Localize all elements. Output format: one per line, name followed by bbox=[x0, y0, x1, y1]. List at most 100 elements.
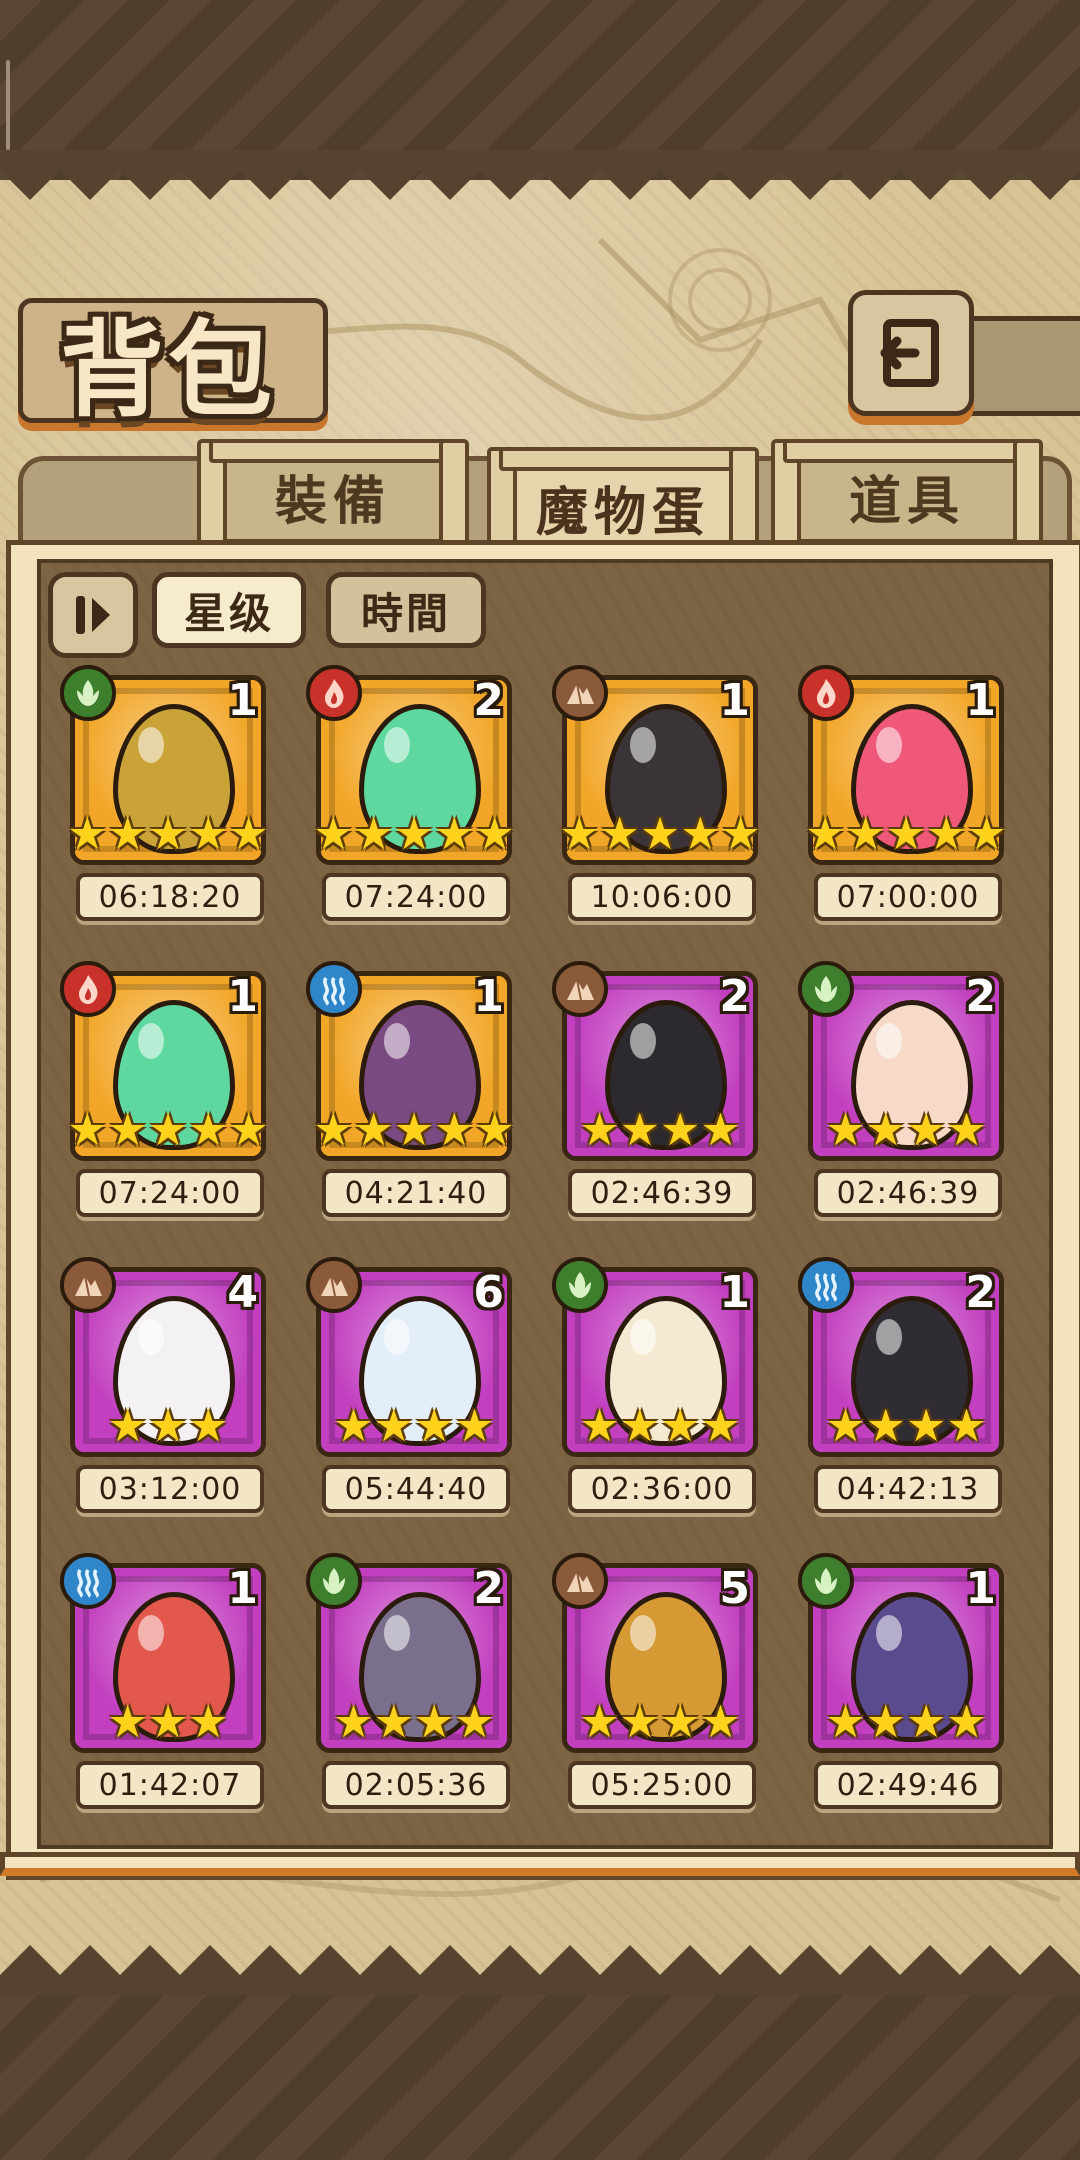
tab-equipment-label: 裝備 bbox=[274, 471, 391, 532]
egg-card[interactable]: 6 ★ ★ ★ ★ 05:44:40 bbox=[306, 1257, 516, 1547]
star-icon: ★ bbox=[865, 1695, 906, 1748]
back-button-plate bbox=[960, 316, 1080, 416]
bottom-border-band bbox=[0, 1990, 1080, 2160]
egg-card[interactable]: 1 ★ ★ ★ ★ ★ 07:00:00 bbox=[798, 665, 1008, 955]
star-icon: ★ bbox=[474, 807, 515, 860]
egg-card[interactable]: 2 ★ ★ ★ ★ 02:05:36 bbox=[306, 1553, 516, 1843]
egg-count: 1 bbox=[719, 675, 750, 726]
star-rating: ★ ★ ★ ★ ★ bbox=[313, 1103, 515, 1156]
star-icon: ★ bbox=[454, 1695, 495, 1748]
star-icon: ★ bbox=[926, 807, 967, 860]
egg-shine bbox=[876, 1615, 902, 1651]
egg-card[interactable]: 1 ★ ★ ★ ★ ★ 07:24:00 bbox=[60, 961, 270, 1251]
tab-items[interactable]: 道具 bbox=[771, 439, 1043, 547]
star-icon: ★ bbox=[805, 807, 846, 860]
star-rating: ★ ★ ★ ★ bbox=[562, 1107, 758, 1153]
star-rating: ★ ★ ★ ★ bbox=[808, 1699, 1004, 1745]
egg-card[interactable]: 4 ★ ★ ★ 03:12:00 bbox=[60, 1257, 270, 1547]
star-icon: ★ bbox=[660, 1399, 701, 1452]
egg-shine bbox=[630, 1615, 656, 1651]
egg-card[interactable]: 1 ★ ★ ★ ★ 02:49:46 bbox=[798, 1553, 1008, 1843]
star-icon: ★ bbox=[865, 1103, 906, 1156]
star-icon: ★ bbox=[946, 1695, 987, 1748]
grass-element-icon bbox=[306, 1553, 362, 1609]
zigzag-top-edge bbox=[0, 150, 1080, 200]
panel-bottom-rail bbox=[0, 1852, 1080, 1876]
star-icon: ★ bbox=[619, 1399, 660, 1452]
star-icon: ★ bbox=[107, 1399, 148, 1452]
egg-shine bbox=[138, 1023, 164, 1059]
star-rating: ★ ★ ★ ★ ★ bbox=[805, 807, 1007, 860]
star-icon: ★ bbox=[966, 807, 1007, 860]
star-icon: ★ bbox=[845, 807, 886, 860]
egg-shine bbox=[384, 1023, 410, 1059]
star-icon: ★ bbox=[147, 1695, 189, 1748]
egg-card[interactable]: 2 ★ ★ ★ ★ ★ 07:24:00 bbox=[306, 665, 516, 955]
egg-shine bbox=[876, 1319, 902, 1355]
water-element-icon bbox=[306, 961, 362, 1017]
egg-count: 1 bbox=[473, 971, 504, 1022]
star-icon: ★ bbox=[680, 807, 721, 860]
star-rating: ★ ★ ★ bbox=[70, 1699, 266, 1745]
hatch-timer: 02:05:36 bbox=[322, 1761, 510, 1809]
star-icon: ★ bbox=[353, 1103, 394, 1156]
star-icon: ★ bbox=[700, 1399, 741, 1452]
star-icon: ★ bbox=[700, 1695, 741, 1748]
earth-element-icon bbox=[552, 1553, 608, 1609]
star-icon: ★ bbox=[333, 1695, 374, 1748]
egg-card[interactable]: 5 ★ ★ ★ ★ 05:25:00 bbox=[552, 1553, 762, 1843]
water-element-icon bbox=[60, 1553, 116, 1609]
egg-count: 1 bbox=[227, 675, 258, 726]
sort-by-stars-button[interactable]: 星级 bbox=[152, 572, 306, 648]
tab-equipment[interactable]: 裝備 bbox=[197, 439, 469, 547]
egg-card[interactable]: 1 ★ ★ ★ ★ ★ 10:06:00 bbox=[552, 665, 762, 955]
earth-element-icon bbox=[60, 1257, 116, 1313]
star-icon: ★ bbox=[373, 1399, 414, 1452]
egg-card[interactable]: 2 ★ ★ ★ ★ 02:46:39 bbox=[798, 961, 1008, 1251]
hatch-timer: 07:00:00 bbox=[814, 873, 1002, 921]
return-arrow-icon bbox=[880, 319, 939, 387]
egg-shine bbox=[630, 1319, 656, 1355]
star-icon: ★ bbox=[147, 807, 189, 860]
star-icon: ★ bbox=[313, 1103, 354, 1156]
back-button[interactable] bbox=[848, 290, 974, 416]
star-icon: ★ bbox=[579, 1695, 620, 1748]
star-icon: ★ bbox=[619, 1103, 660, 1156]
egg-card[interactable]: 1 ★ ★ ★ ★ ★ 06:18:20 bbox=[60, 665, 270, 955]
star-icon: ★ bbox=[228, 807, 269, 860]
star-icon: ★ bbox=[107, 807, 148, 860]
egg-card[interactable]: 2 ★ ★ ★ ★ 04:42:13 bbox=[798, 1257, 1008, 1547]
star-rating: ★ ★ ★ ★ ★ bbox=[559, 807, 761, 860]
sort-by-time-button[interactable]: 時間 bbox=[326, 572, 486, 648]
star-icon: ★ bbox=[67, 1103, 108, 1156]
star-icon: ★ bbox=[579, 1399, 620, 1452]
egg-count: 1 bbox=[965, 1563, 996, 1614]
star-icon: ★ bbox=[414, 1695, 455, 1748]
star-icon: ★ bbox=[107, 1103, 148, 1156]
star-icon: ★ bbox=[147, 1103, 189, 1156]
star-rating: ★ ★ ★ ★ bbox=[316, 1699, 512, 1745]
star-icon: ★ bbox=[660, 1695, 701, 1748]
egg-card[interactable]: 2 ★ ★ ★ ★ 02:46:39 bbox=[552, 961, 762, 1251]
star-icon: ★ bbox=[188, 1695, 229, 1748]
egg-card[interactable]: 1 ★ ★ ★ 01:42:07 bbox=[60, 1553, 270, 1843]
star-icon: ★ bbox=[906, 1695, 947, 1748]
egg-card[interactable]: 1 ★ ★ ★ ★ 02:36:00 bbox=[552, 1257, 762, 1547]
hatch-timer: 02:46:39 bbox=[814, 1169, 1002, 1217]
star-icon: ★ bbox=[67, 807, 108, 860]
egg-card[interactable]: 1 ★ ★ ★ ★ ★ 04:21:40 bbox=[306, 961, 516, 1251]
egg-count: 5 bbox=[719, 1563, 750, 1614]
star-icon: ★ bbox=[434, 1103, 475, 1156]
fire-element-icon bbox=[60, 961, 116, 1017]
star-icon: ★ bbox=[333, 1399, 374, 1452]
egg-count: 1 bbox=[719, 1267, 750, 1318]
egg-shine bbox=[138, 1615, 164, 1651]
star-icon: ★ bbox=[885, 807, 927, 860]
egg-shine bbox=[384, 1319, 410, 1355]
sort-order-toggle-button[interactable] bbox=[48, 572, 138, 658]
star-icon: ★ bbox=[946, 1103, 987, 1156]
hatch-timer: 03:12:00 bbox=[76, 1465, 264, 1513]
hatch-timer: 07:24:00 bbox=[76, 1169, 264, 1217]
star-rating: ★ ★ ★ bbox=[70, 1403, 266, 1449]
egg-shine bbox=[138, 727, 164, 763]
